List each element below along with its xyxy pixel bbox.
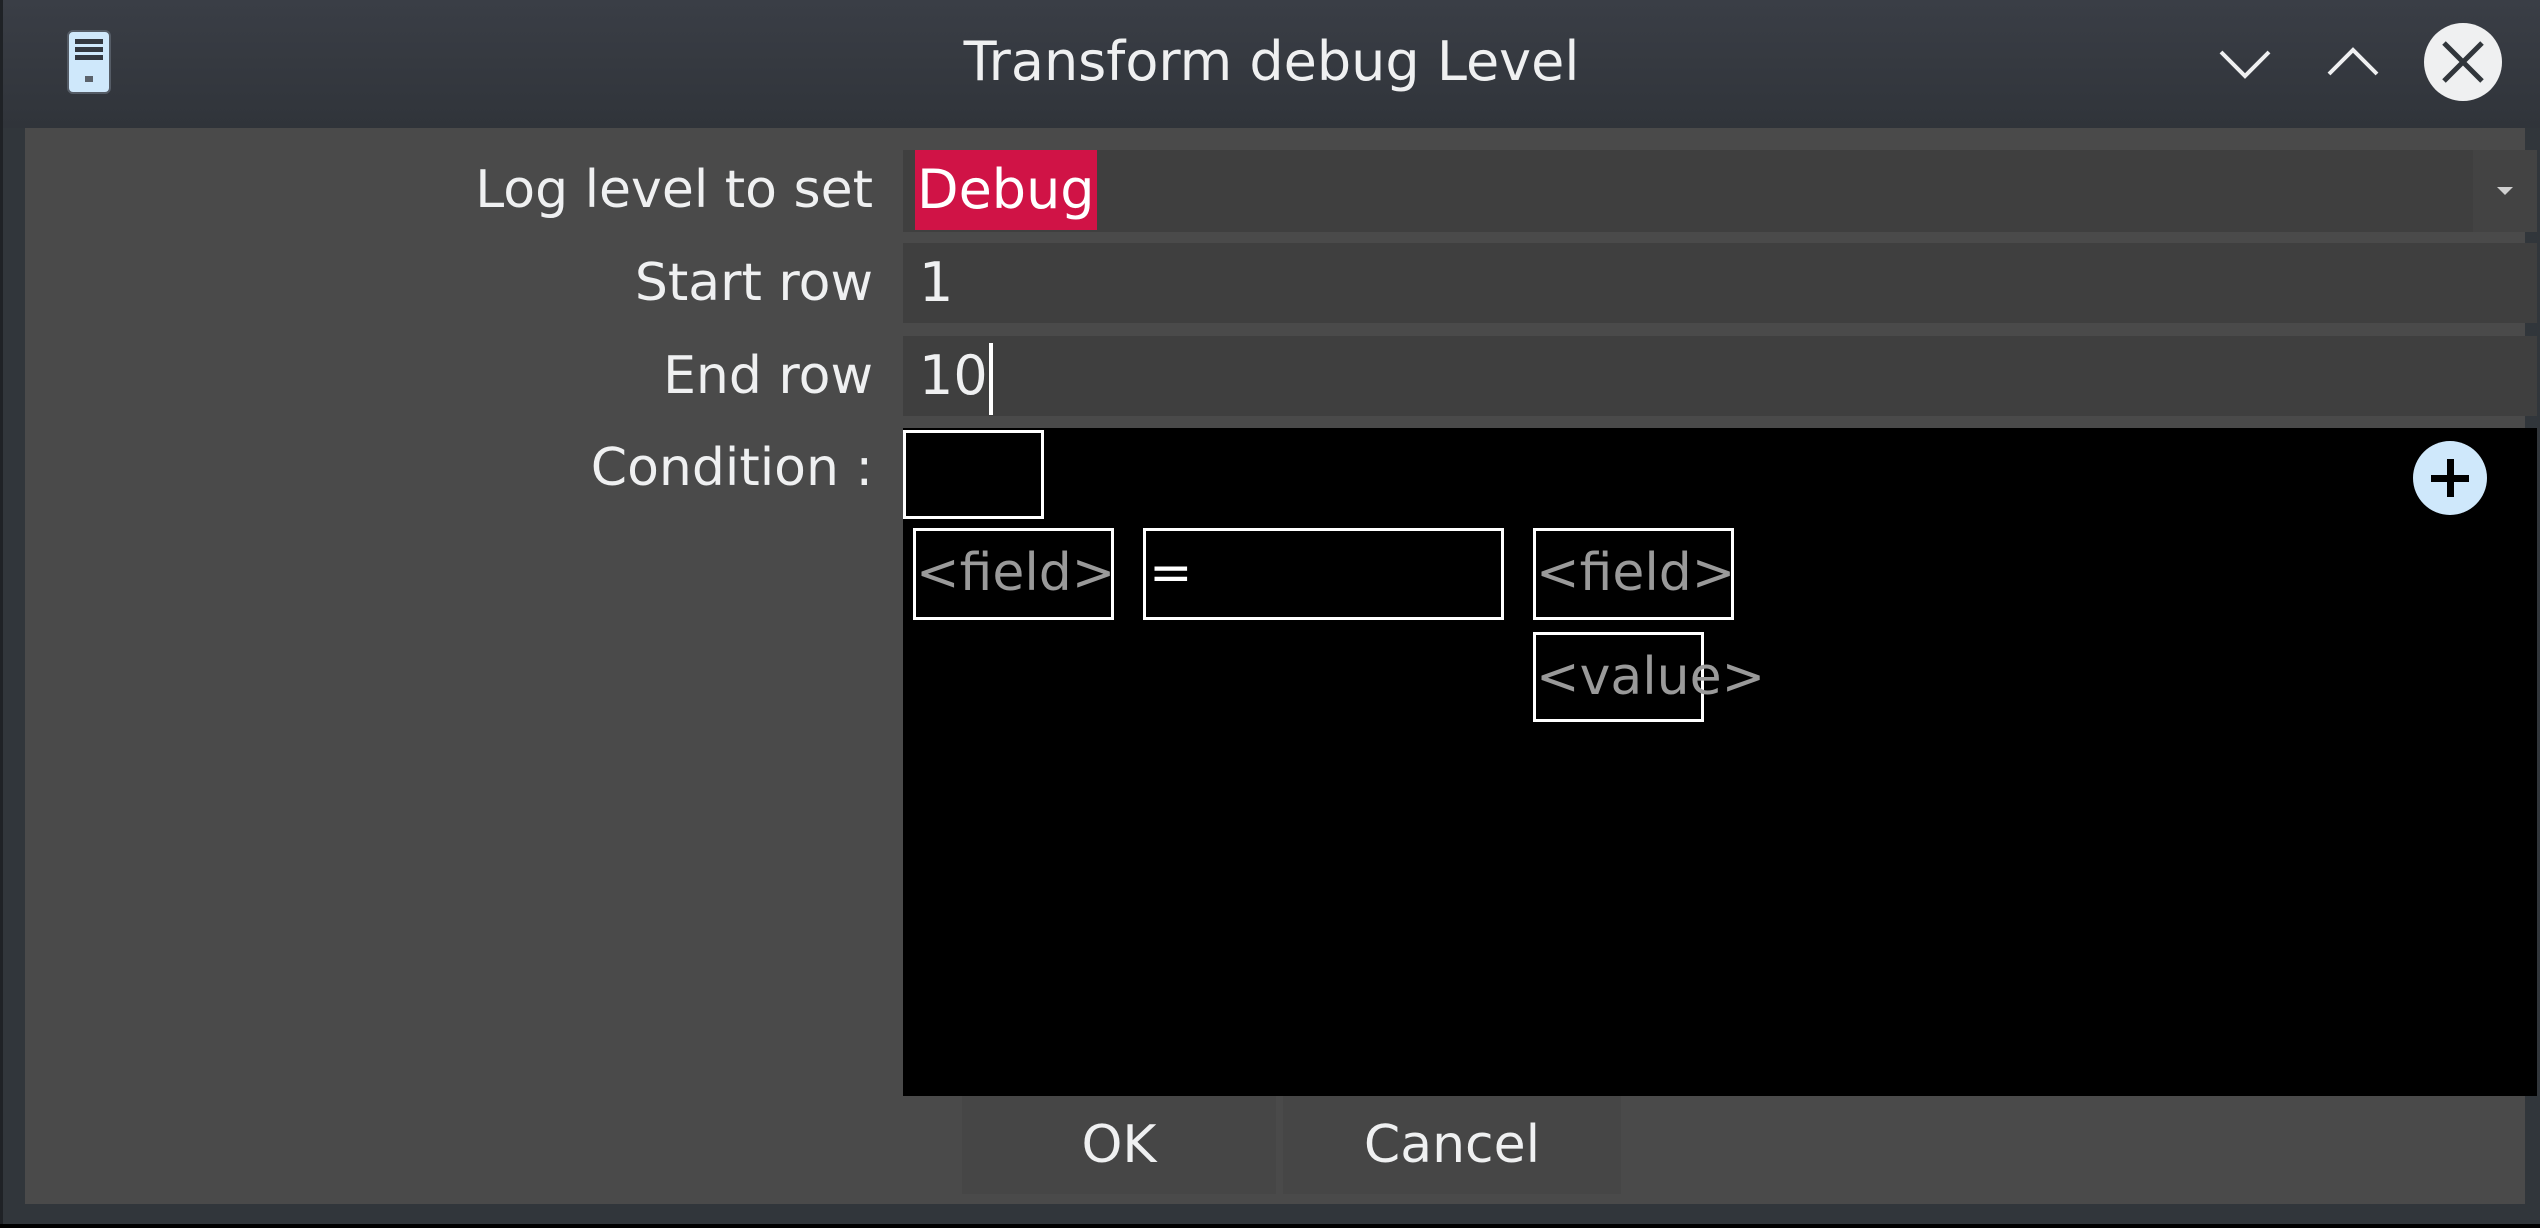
condition-negate-box[interactable] xyxy=(903,430,1044,519)
condition-label: Condition : xyxy=(590,438,873,498)
cancel-button[interactable]: Cancel xyxy=(1283,1096,1621,1194)
title-bar[interactable]: Transform debug Level xyxy=(3,0,2540,128)
plus-circle-icon xyxy=(2413,441,2487,515)
end-row-input[interactable]: 10 xyxy=(903,336,2537,416)
ok-button[interactable]: OK xyxy=(962,1096,1276,1194)
chevron-down-icon xyxy=(2219,50,2271,79)
start-row-value: 1 xyxy=(919,251,954,314)
dialog-window: Transform debug Level Log level to set D… xyxy=(0,0,2540,1224)
close-button[interactable] xyxy=(2421,20,2505,104)
end-row-value: 10 xyxy=(919,344,988,407)
minimize-button[interactable] xyxy=(2203,20,2287,104)
end-row-label: End row xyxy=(663,346,873,406)
dropdown-arrow[interactable] xyxy=(2473,150,2537,232)
start-row-input[interactable]: 1 xyxy=(903,243,2537,323)
condition-editor[interactable]: <field> = <field> <value> xyxy=(903,428,2537,1096)
close-icon xyxy=(2424,23,2502,101)
condition-operator[interactable]: = xyxy=(1143,528,1504,620)
start-row-label: Start row xyxy=(634,253,873,313)
log-level-label: Log level to set xyxy=(475,160,873,220)
text-cursor xyxy=(988,343,993,416)
condition-right-value[interactable]: <value> xyxy=(1533,632,1765,722)
window-title: Transform debug Level xyxy=(963,30,1580,93)
log-level-selected-value: Debug xyxy=(915,150,1097,230)
chevron-up-icon xyxy=(2327,47,2379,76)
maximize-button[interactable] xyxy=(2311,20,2395,104)
condition-right-field[interactable]: <field> xyxy=(1533,528,1735,620)
add-condition-button[interactable] xyxy=(2412,440,2488,516)
dialog-content: Log level to set Debug Start row 1 End r… xyxy=(25,128,2537,1204)
condition-left-field[interactable]: <field> xyxy=(913,528,1115,620)
log-level-dropdown[interactable]: Debug xyxy=(903,150,2537,232)
chevron-down-icon xyxy=(2497,187,2513,195)
